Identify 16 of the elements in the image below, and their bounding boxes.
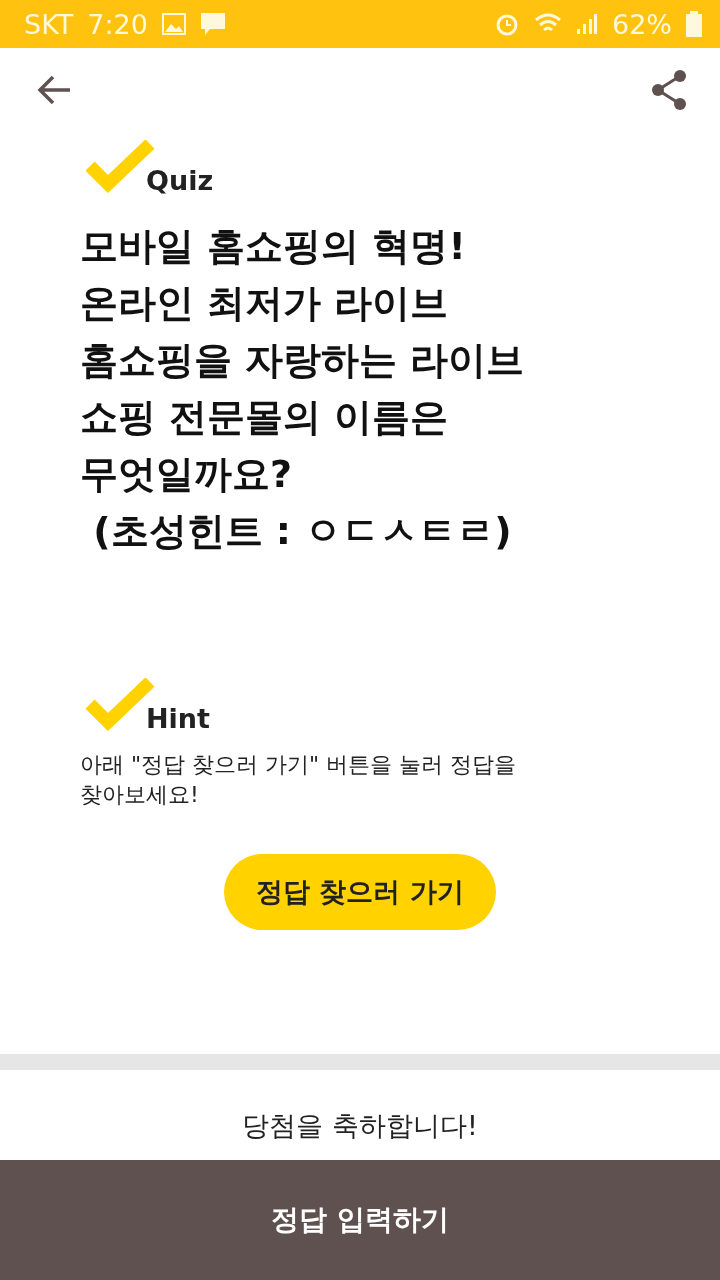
carrier: SKT: [24, 8, 74, 40]
quiz-label: Quiz: [146, 165, 214, 196]
share-icon[interactable]: [650, 69, 688, 111]
congrats-text: 당첨을 축하합니다!: [242, 1109, 478, 1143]
chat-icon: [199, 12, 226, 36]
clock: 7:20: [87, 8, 148, 40]
image-icon: [161, 13, 186, 35]
battery-percent: 62%: [612, 8, 672, 40]
find-answer-button[interactable]: 정답 찾으러 가기: [224, 854, 496, 930]
back-arrow-icon[interactable]: [36, 74, 72, 106]
quiz-question: 모바일 홈쇼핑의 혁명! 온라인 최저가 라이브 홈쇼핑을 자랑하는 라이브 쇼핑 전문몰의 이름은 무엇일까요? (초성힌트 : ㅇㄷㅅㅌㄹ): [80, 223, 526, 555]
battery-icon: [686, 11, 702, 37]
hint-label: Hint: [146, 703, 210, 734]
hint-text: 아래 "정답 찾으러 가기" 버튼을 눌러 정답을 찾아보세요!: [80, 751, 518, 809]
enter-answer-button[interactable]: 정답 입력하기: [0, 1160, 720, 1280]
signal-icon: [576, 13, 598, 35]
